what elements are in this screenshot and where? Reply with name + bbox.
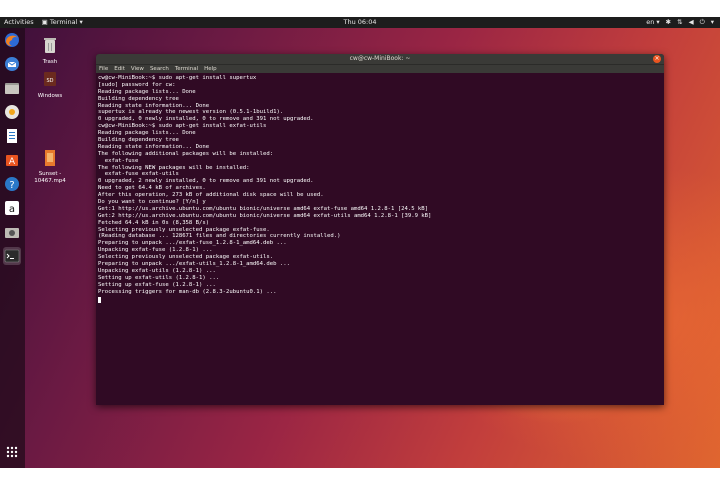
dock-writer[interactable]	[3, 127, 21, 145]
volume-icon[interactable]: ◀	[689, 17, 694, 28]
terminal-line: exfat-fuse	[98, 157, 139, 164]
terminal-line: Get:2 http://us.archive.ubuntu.com/ubunt…	[98, 212, 432, 219]
show-applications-button[interactable]	[3, 443, 21, 461]
files-icon	[5, 83, 19, 94]
terminal-line: Need to get 64.4 kB of archives.	[98, 185, 206, 192]
grid-icon	[6, 446, 18, 458]
terminal-line: exfat-fuse exfat-utils	[98, 171, 179, 178]
terminal-line: Reading state information... Done	[98, 143, 210, 150]
dock-thunderbird[interactable]	[3, 55, 21, 73]
window-menubar: File Edit View Search Terminal Help	[96, 64, 664, 73]
desktop-icon-label: Sunset - 10467.mp4	[34, 171, 66, 184]
terminal-line: 0 upgraded, 2 newly installed, 0 to remo…	[98, 178, 314, 185]
menu-file[interactable]: File	[99, 65, 108, 73]
software-center-icon: A	[6, 155, 18, 167]
svg-text:?: ?	[9, 180, 14, 191]
menu-view[interactable]: View	[131, 65, 144, 73]
terminal-icon	[4, 249, 20, 263]
close-button[interactable]: ×	[653, 55, 661, 63]
svg-text:a: a	[9, 204, 15, 215]
clock[interactable]: Thu 06:04	[0, 17, 720, 28]
terminal-line: (Reading database ... 128671 files and d…	[98, 233, 341, 240]
terminal-line: The following NEW packages will be insta…	[98, 164, 250, 171]
dock-files[interactable]	[3, 79, 21, 97]
firefox-icon	[5, 33, 19, 47]
desktop-icon-label: Windows	[37, 92, 63, 99]
trash-icon	[44, 38, 56, 53]
desktop-icon-windows[interactable]: SD Windows	[30, 70, 70, 99]
dock-firefox[interactable]	[3, 31, 21, 49]
terminal-line: Reading package lists... Done	[98, 130, 196, 137]
terminal-line: 0 upgraded, 0 newly installed, 0 to remo…	[98, 116, 314, 123]
svg-text:SD: SD	[46, 78, 53, 84]
amazon-icon: a	[5, 201, 19, 215]
camera-icon	[5, 228, 19, 238]
dock-terminal[interactable]	[3, 247, 21, 265]
svg-text:A: A	[9, 157, 16, 167]
terminal-line: supertux is already the newest version (…	[98, 109, 284, 116]
close-icon: ×	[654, 55, 660, 62]
window-titlebar[interactable]: cw@cw-MiniBook: ~ ×	[96, 54, 664, 64]
terminal-line: Do you want to continue? [Y/n] y	[98, 199, 206, 206]
terminal-line: cw@cw-MiniBook:~$ sudo apt-get install s…	[98, 75, 257, 81]
desktop-icon-sunset-video[interactable]: Sunset - 10467.mp4	[30, 142, 70, 191]
menu-search[interactable]: Search	[150, 65, 169, 73]
power-icon[interactable]: ⏻	[700, 17, 705, 28]
terminal-window[interactable]: cw@cw-MiniBook: ~ × File Edit View Searc…	[96, 54, 664, 405]
writer-icon	[7, 129, 17, 143]
rhythmbox-icon	[5, 105, 19, 119]
terminal-line: After this operation, 273 kB of addition…	[98, 192, 324, 199]
terminal-cursor	[98, 296, 101, 303]
terminal-line: Reading state information... Done	[98, 102, 210, 109]
desktop-screen: Activities ▣ Terminal ▾ Thu 06:04 en ▾ ✱…	[0, 17, 720, 468]
help-icon: ?	[5, 177, 19, 191]
window-title: cw@cw-MiniBook: ~	[349, 55, 411, 62]
desktop-icon-trash[interactable]: Trash	[30, 36, 70, 65]
video-file-icon	[45, 149, 55, 166]
network-icon[interactable]: ⇅	[677, 17, 682, 28]
terminal-line: Preparing to unpack .../exfat-utils_1.2.…	[98, 261, 290, 268]
dock-amazon[interactable]: a	[3, 199, 21, 217]
terminal-line: Unpacking exfat-utils (1.2.8-1) ...	[98, 267, 216, 274]
drive-icon: SD	[44, 72, 56, 86]
terminal-line: Setting up exfat-utils (1.2.8-1) ...	[98, 274, 220, 281]
terminal-line: [sudo] password for cw:	[98, 81, 176, 88]
terminal-line: cw@cw-MiniBook:~$ sudo apt-get install e…	[98, 123, 267, 130]
thunderbird-icon	[5, 57, 19, 71]
terminal-line: Building dependency tree	[98, 95, 179, 102]
terminal-line: Fetched 64.4 kB in 0s (8,358 B/s)	[98, 219, 210, 226]
terminal-line: Selecting previously unselected package …	[98, 226, 270, 233]
menu-edit[interactable]: Edit	[114, 65, 125, 73]
terminal-line: Building dependency tree	[98, 137, 179, 144]
terminal-line: Setting up exfat-fuse (1.2.8-1) ...	[98, 281, 216, 288]
language-label: en	[646, 18, 655, 26]
system-menu-chevron-icon[interactable]: ▾	[711, 17, 714, 28]
dock-screenshot[interactable]	[3, 223, 21, 241]
dock-help[interactable]: ?	[3, 175, 21, 193]
dock: A ? a	[0, 28, 25, 468]
top-bar: Activities ▣ Terminal ▾ Thu 06:04 en ▾ ✱…	[0, 17, 720, 28]
dock-software[interactable]: A	[3, 151, 21, 169]
dock-rhythmbox[interactable]	[3, 103, 21, 121]
terminal-line: Selecting previously unselected package …	[98, 254, 274, 261]
desktop-icon-label: Trash	[42, 58, 58, 65]
terminal-line: Processing triggers for man-db (2.8.3-2u…	[98, 288, 277, 295]
language-indicator[interactable]: en ▾	[646, 17, 659, 28]
terminal-line: Unpacking exfat-fuse (1.2.8-1) ...	[98, 247, 213, 254]
terminal-line: Reading package lists... Done	[98, 88, 196, 95]
accessibility-icon[interactable]: ✱	[666, 17, 671, 28]
terminal-line: Get:1 http://us.archive.ubuntu.com/ubunt…	[98, 205, 429, 212]
terminal-line: The following additional packages will b…	[98, 150, 274, 157]
terminal-output[interactable]: cw@cw-MiniBook:~$ sudo apt-get install s…	[96, 74, 664, 405]
menu-help[interactable]: Help	[204, 65, 217, 73]
menu-terminal[interactable]: Terminal	[175, 65, 198, 73]
terminal-line: Preparing to unpack .../exfat-fuse_1.2.8…	[98, 240, 287, 247]
